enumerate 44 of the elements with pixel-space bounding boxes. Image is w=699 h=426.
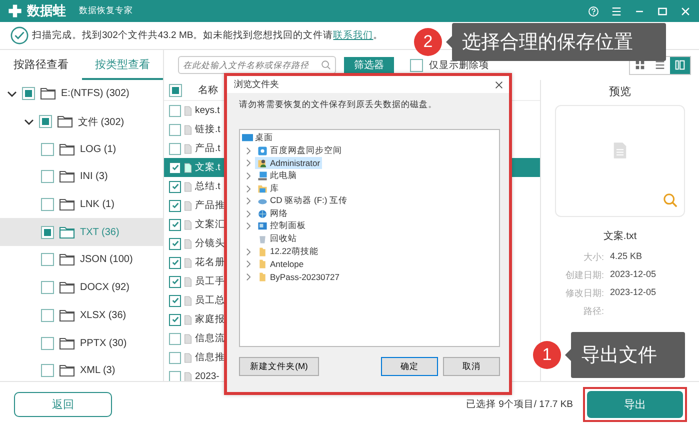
tree-label: E:(NTFS) (302): [61, 88, 130, 100]
file-name: 文案.t: [195, 161, 220, 174]
tree-label: INI (3): [80, 171, 108, 182]
file-name: 分镜头: [195, 237, 225, 250]
app-subtitle: 数据恢复专家: [79, 5, 133, 17]
file-name: 链接.t: [195, 123, 220, 136]
file-name: 家庭报: [195, 313, 225, 326]
file-name: 信息流: [195, 332, 225, 345]
app-logo: 数据蛙: [27, 2, 66, 20]
file-name: 总结.t: [195, 180, 220, 193]
detail-value: 2023-12-05: [610, 287, 658, 299]
file-name: 信息推: [195, 351, 225, 364]
detail-value: 4.25 KB: [610, 251, 644, 263]
file-name: 员工总: [195, 294, 225, 307]
step-number-badge: 1: [533, 341, 561, 369]
preview-file-name: 文案.txt: [603, 230, 637, 243]
column-header: 名称: [198, 84, 218, 97]
step-number-badge: 2: [414, 28, 442, 56]
file-name: keys.t: [195, 105, 220, 116]
file-name: 产品推: [195, 199, 225, 212]
selection-status: 已选择 9个项目/ 17.7 KB: [466, 398, 573, 410]
detail-value: 2023-12-05: [610, 269, 658, 281]
tree-label: XML (3): [80, 365, 116, 376]
tree-label: JSON (100): [80, 254, 133, 266]
tree-label: LOG (1): [80, 144, 116, 155]
file-name: 花名册: [195, 256, 225, 269]
tree-label: PPTX (30): [80, 338, 127, 349]
file-name: 员工手: [195, 275, 225, 288]
dialog-message: 请勿将需要恢复的文件保存到原丢失数据的磁盘。: [238, 98, 438, 111]
detail-label: 创建日期:: [564, 269, 604, 282]
tree-label: 文件 (302): [78, 116, 124, 129]
file-name: 2023-: [195, 371, 220, 381]
tree-label: LNK (1): [80, 199, 114, 210]
detail-label: 路径:: [582, 305, 604, 318]
preview-title: 预览: [609, 85, 631, 99]
tree-label: TXT (36): [80, 226, 120, 238]
dialog-title: 浏览文件夹: [234, 78, 279, 91]
detail-label: 修改日期:: [564, 287, 604, 300]
file-name: 文案汇: [195, 218, 225, 231]
tree-label: DOCX (92): [80, 282, 130, 294]
file-name: 产品.t: [195, 142, 220, 155]
tree-label: XLSX (36): [80, 310, 126, 321]
scan-result-message: 扫描完成。找到302个文件共43.2 MB。如未能找到您想找回的文件请联系我们。: [32, 29, 384, 42]
detail-label: 大小:: [582, 251, 604, 264]
